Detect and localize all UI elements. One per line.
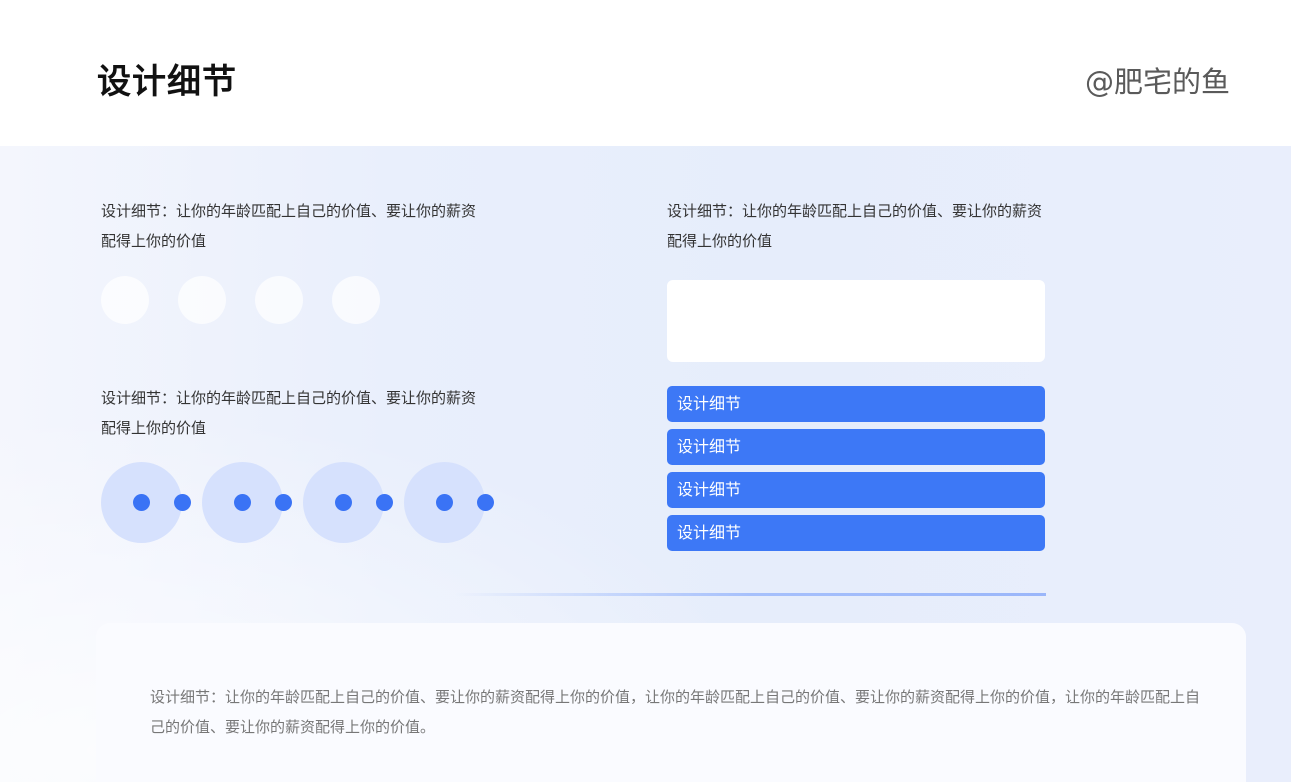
mid-left-paragraph: 设计细节：让你的年龄匹配上自己的价值、要让你的薪资配得上你的价值	[101, 389, 477, 437]
page-title: 设计细节	[97, 62, 237, 102]
slide-page: 设计细节 @肥宅的鱼 设计细节：让你的年龄匹配上自己的价值、要让你的薪资配得上你…	[0, 0, 1291, 782]
ring-2-dot-inner	[234, 494, 251, 511]
header: 设计细节 @肥宅的鱼	[0, 0, 1291, 146]
light-circle-1	[101, 276, 149, 324]
ring-3-dot-inner	[335, 494, 352, 511]
ring-3-dot-edge	[376, 494, 393, 511]
gradient-divider	[455, 593, 1046, 596]
top-right-paragraph: 设计细节：让你的年龄匹配上自己的价值、要让你的薪资配得上你的价值	[667, 202, 1043, 250]
ring-4-dot-edge	[477, 494, 494, 511]
author-handle: @肥宅的鱼	[1084, 65, 1230, 99]
ring-4-dot-inner	[436, 494, 453, 511]
light-circle-4	[332, 276, 380, 324]
ring-1-dot-edge	[174, 494, 191, 511]
light-circle-3	[255, 276, 303, 324]
light-circle-2	[178, 276, 226, 324]
white-placeholder-box	[667, 280, 1045, 362]
bottom-card: 设计细节：让你的年龄匹配上自己的价值、要让你的薪资配得上你的价值，让你的年龄匹配…	[96, 623, 1246, 782]
tag-bar-1[interactable]: 设计细节	[667, 386, 1045, 422]
ring-1-dot-inner	[133, 494, 150, 511]
tag-bar-3[interactable]: 设计细节	[667, 472, 1045, 508]
ring-2-dot-edge	[275, 494, 292, 511]
tag-bar-2[interactable]: 设计细节	[667, 429, 1045, 465]
top-left-paragraph: 设计细节：让你的年龄匹配上自己的价值、要让你的薪资配得上你的价值	[101, 202, 477, 250]
card-text: 设计细节：让你的年龄匹配上自己的价值、要让你的薪资配得上你的价值，让你的年龄匹配…	[150, 688, 1201, 736]
tag-bar-4[interactable]: 设计细节	[667, 515, 1045, 551]
